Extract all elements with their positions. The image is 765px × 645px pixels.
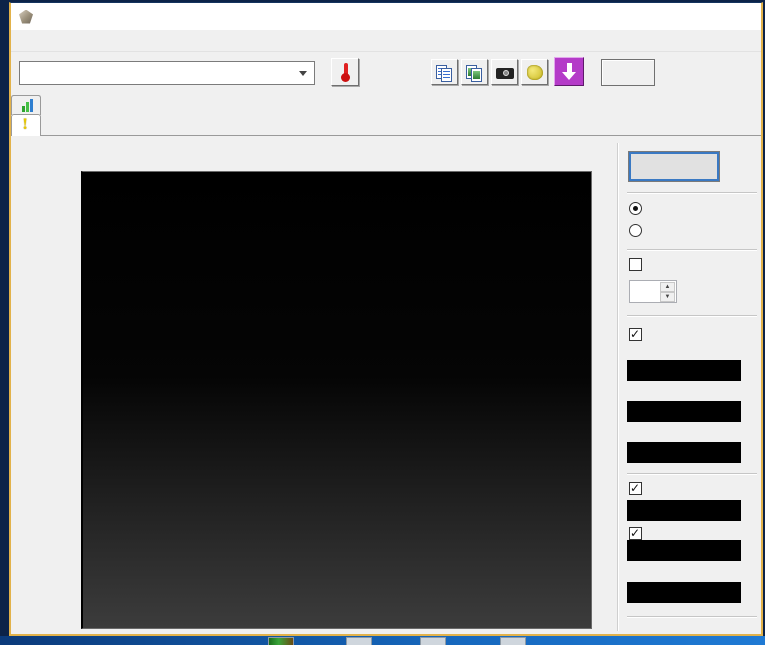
chevron-down-icon: [299, 71, 307, 76]
hand-coins-icon: [527, 65, 543, 80]
copy-text-button[interactable]: [431, 59, 458, 85]
menu-file[interactable]: [11, 39, 27, 43]
radio-icon: [629, 224, 642, 237]
save-results-button[interactable]: [554, 57, 584, 86]
access-time-lcd: [627, 500, 741, 521]
drive-selector[interactable]: [19, 61, 315, 85]
write-radio[interactable]: [629, 224, 648, 237]
app-icon: [19, 9, 33, 24]
toolbar: [11, 52, 761, 92]
checkbox-icon: [629, 481, 642, 495]
checkbox-icon: [629, 258, 642, 271]
benchmark-plot-svg: [83, 172, 591, 628]
taskbar-app-icon[interactable]: [268, 637, 294, 645]
tab-benchmark[interactable]: !: [11, 114, 41, 136]
start-button[interactable]: [628, 151, 720, 182]
read-radio[interactable]: [629, 202, 648, 215]
menu-help[interactable]: [27, 39, 43, 43]
taskbar-app-icon[interactable]: [500, 637, 526, 645]
short-stroke-size-input[interactable]: ▲ ▼: [629, 280, 677, 303]
avg-value-lcd: [627, 442, 741, 463]
spin-up-icon[interactable]: ▲: [660, 282, 675, 292]
hdtune-window: ! ! i ▲ ▼: [9, 2, 763, 636]
titlebar[interactable]: [11, 3, 761, 30]
benchmark-plot: [81, 171, 592, 629]
max-value-lcd: [627, 401, 741, 422]
transfer-rate-checkbox[interactable]: [629, 327, 648, 341]
menu-bar: [11, 30, 761, 52]
close-button[interactable]: [716, 3, 761, 30]
benchmark-icon: !: [22, 117, 29, 133]
checkbox-icon: [629, 526, 642, 540]
copy-image-button[interactable]: [461, 59, 488, 85]
maximize-button[interactable]: [671, 3, 716, 30]
minimize-button[interactable]: [626, 3, 671, 30]
taskbar-app-icon[interactable]: [420, 637, 446, 645]
access-time-checkbox[interactable]: [629, 481, 648, 495]
checkbox-icon: [629, 327, 642, 341]
radio-icon: [629, 202, 642, 215]
windows-taskbar[interactable]: [0, 636, 765, 645]
screenshot-button[interactable]: [491, 59, 518, 85]
cpu-usage-lcd: [627, 582, 741, 603]
tab-extra-tests[interactable]: [11, 95, 41, 115]
temperature-button[interactable]: [331, 58, 359, 86]
min-value-lcd: [627, 360, 741, 381]
exit-button[interactable]: [601, 59, 655, 86]
spin-down-icon[interactable]: ▼: [660, 292, 675, 302]
burst-rate-lcd: [627, 540, 741, 561]
donate-button[interactable]: [521, 59, 548, 85]
burst-rate-checkbox[interactable]: [629, 526, 648, 540]
short-stroke-checkbox[interactable]: [629, 258, 648, 271]
taskbar-app-icon[interactable]: [346, 637, 372, 645]
bar-chart-icon: [22, 99, 35, 112]
